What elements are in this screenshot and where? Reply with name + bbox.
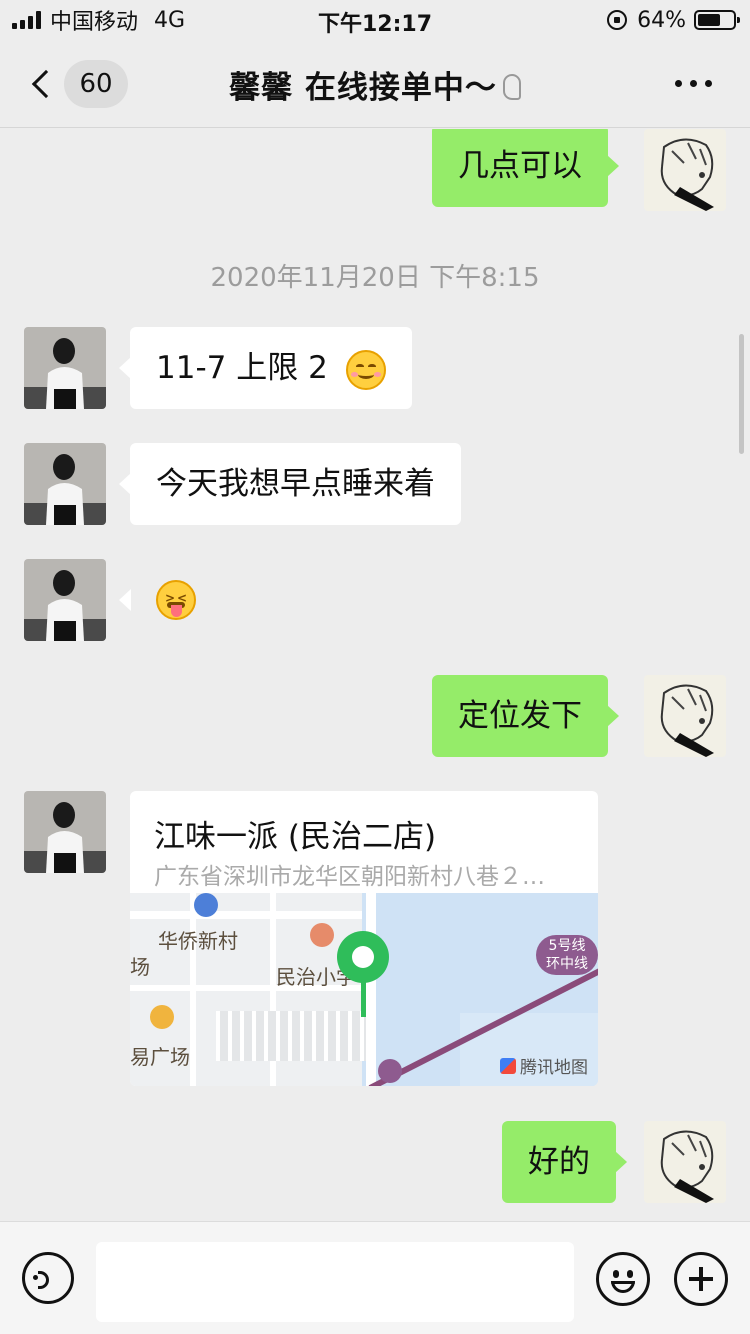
voice-input-button[interactable] — [22, 1252, 74, 1304]
location-address: 广东省深圳市龙华区朝阳新村八巷２… — [154, 864, 545, 890]
map-label: 场 — [130, 955, 150, 979]
status-right: 64% — [607, 6, 740, 34]
map-blocks — [216, 1011, 366, 1061]
input-bar — [0, 1221, 750, 1334]
map-pin-icon — [337, 931, 389, 983]
message-bubble-incoming[interactable]: 11-7 上限 2 — [119, 327, 412, 409]
map-road — [130, 911, 362, 919]
nav-bar: 60 馨馨 在线接单中～ — [0, 40, 750, 128]
poi-icon — [194, 893, 218, 917]
metro-badge: 5号线 环中线 — [536, 935, 598, 975]
rotation-lock-icon — [607, 10, 628, 30]
chat-title-text: 馨馨 在线接单中～ — [229, 70, 497, 106]
map-label: 华侨新村 — [158, 929, 238, 953]
map-watermark: 腾讯地图 — [500, 1053, 588, 1078]
map-road — [366, 893, 376, 1086]
more-actions-button[interactable] — [674, 1252, 728, 1306]
poi-icon — [150, 1005, 174, 1029]
scrollbar[interactable] — [739, 334, 744, 454]
message-text: 11-7 上限 2 — [156, 350, 328, 386]
contact-avatar[interactable] — [24, 443, 106, 525]
message-bubble-outgoing[interactable]: 定位发下 — [432, 675, 619, 757]
location-card[interactable]: 江味一派 (民治二店) 广东省深圳市龙华区朝阳新村八巷２… 华侨新村 民治小学 … — [130, 791, 598, 1086]
location-title: 江味一派 (民治二店) — [154, 819, 437, 855]
timestamp: 2020年11月20日 下午8:15 — [210, 263, 540, 293]
message-bubble-outgoing[interactable]: 几点可以 — [432, 129, 619, 207]
tencent-map-logo-icon — [500, 1057, 516, 1074]
battery-percent: 64% — [637, 7, 686, 33]
contact-avatar[interactable] — [24, 559, 106, 641]
map-pin-stem — [361, 979, 366, 1017]
message-text: 几点可以 — [458, 148, 582, 184]
message-bubble-outgoing[interactable]: 好的 — [502, 1121, 627, 1203]
my-avatar[interactable] — [644, 675, 726, 757]
more-button[interactable] — [675, 80, 712, 87]
location-map[interactable]: 华侨新村 民治小学 易广场 场 5号线 环中线 腾讯地图 — [130, 893, 598, 1086]
my-avatar[interactable] — [644, 129, 726, 211]
chat-title: 馨馨 在线接单中～ — [0, 62, 750, 107]
map-label: 易广场 — [130, 1045, 190, 1069]
message-input[interactable] — [96, 1242, 574, 1322]
message-text: 定位发下 — [458, 698, 582, 734]
metro-badge-line2: 环中线 — [546, 956, 588, 972]
contact-avatar[interactable] — [24, 791, 106, 873]
contact-avatar[interactable] — [24, 327, 106, 409]
map-road — [190, 893, 196, 1086]
status-bar: 中国移动 4G 下午12:17 64% — [0, 0, 750, 40]
message-bubble-incoming[interactable]: 今天我想早点睡来着 — [119, 443, 461, 525]
squinting-tongue-face-icon: > < — [156, 580, 196, 620]
metro-badge-line1: 5号线 — [548, 938, 586, 954]
chat-area[interactable]: 几点可以 2020年11月20日 下午8:15 11-7 上限 2 今天我想早点… — [0, 129, 750, 1221]
emoji-button[interactable] — [596, 1252, 650, 1306]
battery-icon — [694, 10, 740, 30]
smiling-face-icon — [345, 349, 386, 390]
message-text: 好的 — [528, 1144, 590, 1180]
message-text: 今天我想早点睡来着 — [156, 466, 435, 502]
poi-icon — [310, 923, 334, 947]
my-avatar[interactable] — [644, 1121, 726, 1203]
map-watermark-text: 腾讯地图 — [520, 1058, 588, 1078]
metro-station-icon — [378, 1059, 402, 1083]
ear-icon — [502, 74, 521, 100]
